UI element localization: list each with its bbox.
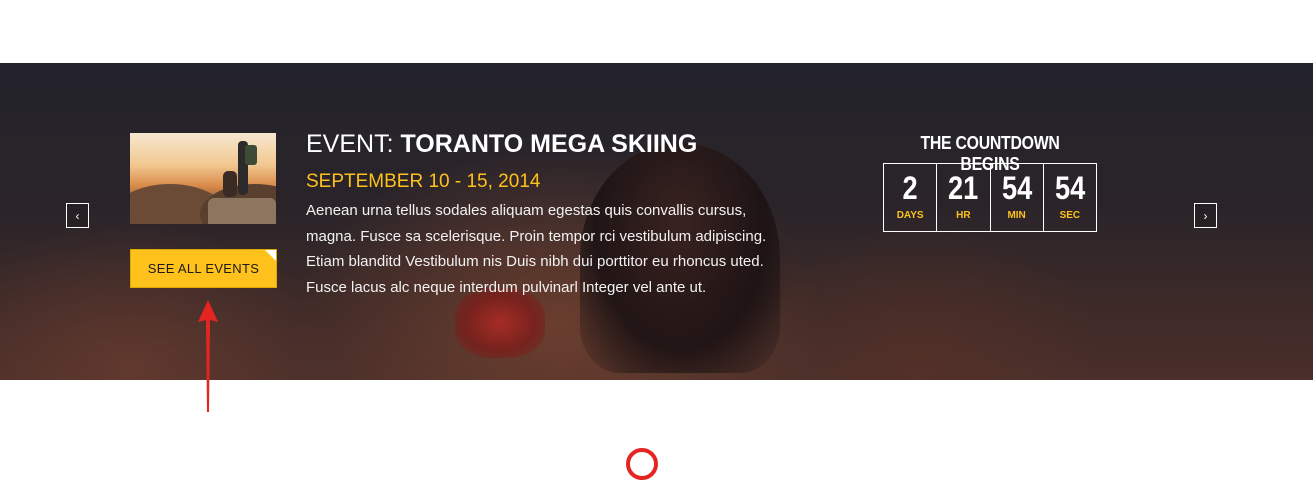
bottom-circle-icon (626, 448, 658, 480)
events-banner: ‹ SEE ALL EVENTS EVENT: TORANTO MEGA SKI… (0, 63, 1313, 380)
countdown-label: HR (956, 210, 971, 221)
slider-next-button[interactable]: › (1194, 203, 1217, 228)
description-line: magna. Fusce sa scelerisque. Proin tempo… (306, 227, 767, 245)
arrow-up-icon (198, 300, 218, 412)
countdown-value: 2 (902, 170, 918, 206)
description-line: Aenean urna tellus sodales aliquam egest… (306, 202, 747, 219)
event-title: EVENT: TORANTO MEGA SKIING (306, 130, 697, 159)
see-all-events-label: SEE ALL EVENTS (147, 261, 260, 276)
countdown-value: 21 (948, 170, 979, 206)
countdown-minutes: 54 MIN (989, 164, 1043, 231)
description-line: Fusce lacus alc neque interdum pulvinarl… (306, 278, 707, 296)
event-thumbnail (130, 133, 276, 224)
countdown-hours: 21 HR (936, 164, 989, 231)
description-line: Etiam blanditd Vestibulum nis Duis nibh … (306, 253, 764, 270)
countdown-label: SEC (1059, 210, 1081, 221)
slider-prev-button[interactable]: ‹ (66, 203, 89, 228)
countdown-label: DAYS (896, 210, 924, 221)
countdown-label: MIN (1007, 210, 1026, 221)
event-name: TORANTO MEGA SKIING (400, 130, 698, 158)
countdown-days: 2 DAYS (884, 164, 936, 231)
countdown-value: 54 (1001, 170, 1032, 206)
countdown-timer: 2 DAYS 21 HR 54 MIN 54 SEC (883, 163, 1097, 232)
countdown-value: 54 (1054, 170, 1086, 206)
chevron-right-icon: › (1203, 208, 1208, 223)
event-date: SEPTEMBER 10 - 15, 2014 (306, 171, 541, 192)
chevron-left-icon: ‹ (75, 208, 80, 223)
countdown-seconds: 54 SEC (1042, 164, 1096, 231)
event-prefix: EVENT: (306, 130, 394, 158)
event-description: Aenean urna tellus sodales aliquam egest… (306, 198, 806, 300)
see-all-events-button[interactable]: SEE ALL EVENTS (130, 249, 277, 288)
